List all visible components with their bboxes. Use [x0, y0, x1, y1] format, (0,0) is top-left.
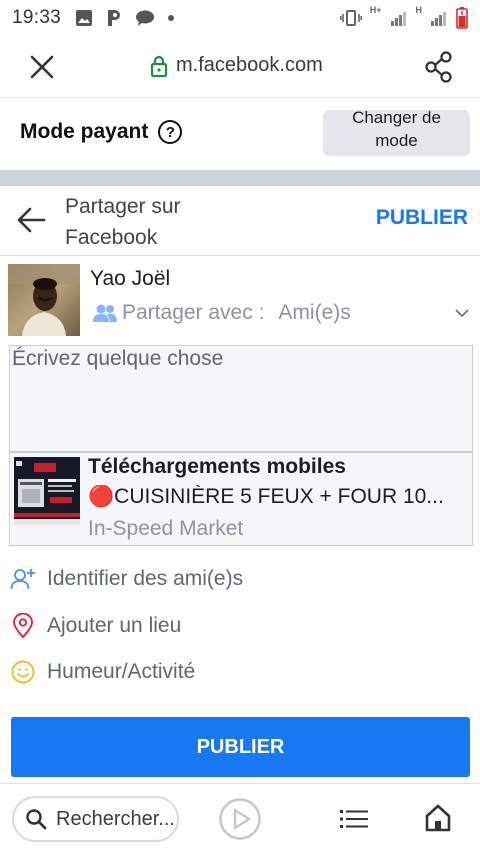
browser-toolbar: m.facebook.com — [0, 36, 480, 98]
header-publish-button[interactable]: PUBLIER — [376, 206, 468, 230]
signal-strength-2-icon — [431, 12, 446, 26]
feeling-activity-option[interactable]: Humeur/Activité — [10, 652, 470, 692]
tag-friends-icon — [10, 566, 36, 592]
home-icon[interactable] — [424, 803, 452, 833]
paid-mode-banner: Mode payant ? Changer de mode — [0, 98, 480, 170]
status-time: 19:33 — [12, 7, 62, 28]
user-row: Yao Joël Partager avec : Ami(e)s — [0, 263, 480, 341]
link-preview-description: 🔴CUISINIÈRE 5 FEUX + FOUR 10... — [88, 485, 444, 508]
feeling-activity-label: Humeur/Activité — [47, 660, 196, 683]
smiley-icon — [10, 659, 36, 685]
chat-notification-icon — [136, 10, 155, 26]
battery-low-icon — [456, 7, 468, 29]
search-icon — [26, 809, 47, 830]
change-mode-button[interactable]: Changer de mode — [323, 108, 470, 156]
audience-dropdown-icon[interactable] — [454, 307, 470, 319]
friends-icon — [93, 304, 117, 322]
back-arrow-icon[interactable] — [16, 206, 46, 234]
tag-friends-label: Identifier des ami(e)s — [47, 567, 244, 590]
post-composer[interactable]: Écrivez quelque chose — [9, 345, 473, 452]
audience-selector[interactable]: Partager avec : Ami(e)s — [92, 301, 351, 325]
address-bar[interactable]: m.facebook.com — [150, 54, 323, 77]
play-icon[interactable] — [218, 797, 262, 841]
audience-label: Partager avec : — [122, 301, 265, 324]
share-title-line1: Partager sur — [65, 195, 181, 218]
network-type-hplus: H+ — [369, 5, 382, 15]
link-preview-source: In-Speed Market — [88, 517, 244, 540]
link-preview-title: Téléchargements mobiles — [88, 455, 346, 478]
search-input[interactable]: Rechercher... — [12, 796, 179, 842]
help-icon[interactable]: ? — [158, 120, 183, 144]
vibrate-icon — [339, 10, 362, 26]
signal-strength-1-icon — [390, 12, 406, 26]
share-header-title: Partager sur Facebook — [65, 191, 235, 253]
p-app-notification-icon — [108, 10, 121, 26]
link-preview-card[interactable]: Téléchargements mobiles 🔴CUISINIÈRE 5 FE… — [9, 452, 473, 546]
share-title-line2: Facebook — [65, 226, 158, 249]
location-pin-icon — [10, 613, 36, 639]
close-icon[interactable] — [28, 53, 56, 81]
change-mode-label-line2: mode — [375, 131, 418, 150]
status-bar: 19:33 H+ H — [0, 0, 480, 36]
search-placeholder: Rechercher... — [56, 807, 175, 830]
network-type-h: H — [415, 5, 423, 15]
gallery-notification-icon — [76, 10, 93, 26]
browser-bottom-bar: Rechercher... — [0, 783, 480, 854]
paid-mode-label: Mode payant — [20, 120, 149, 143]
link-preview-thumbnail — [14, 457, 80, 525]
share-header: Partager sur Facebook PUBLIER — [0, 186, 480, 256]
menu-list-icon[interactable] — [340, 808, 368, 830]
avatar[interactable] — [8, 264, 80, 336]
add-location-label: Ajouter un lieu — [47, 614, 182, 637]
url-text: m.facebook.com — [176, 54, 323, 76]
lock-icon — [150, 55, 168, 77]
publish-button[interactable]: PUBLIER — [11, 717, 470, 777]
section-divider — [0, 170, 480, 186]
more-notifications-dot-icon — [168, 15, 175, 21]
add-location-option[interactable]: Ajouter un lieu — [10, 606, 470, 646]
tag-friends-option[interactable]: Identifier des ami(e)s — [10, 559, 470, 599]
paid-mode-title: Mode payant ? — [20, 120, 183, 144]
share-icon[interactable] — [424, 50, 454, 84]
user-name[interactable]: Yao Joël — [90, 267, 170, 291]
composer-placeholder: Écrivez quelque chose — [12, 347, 224, 370]
audience-value: Ami(e)s — [278, 301, 351, 324]
